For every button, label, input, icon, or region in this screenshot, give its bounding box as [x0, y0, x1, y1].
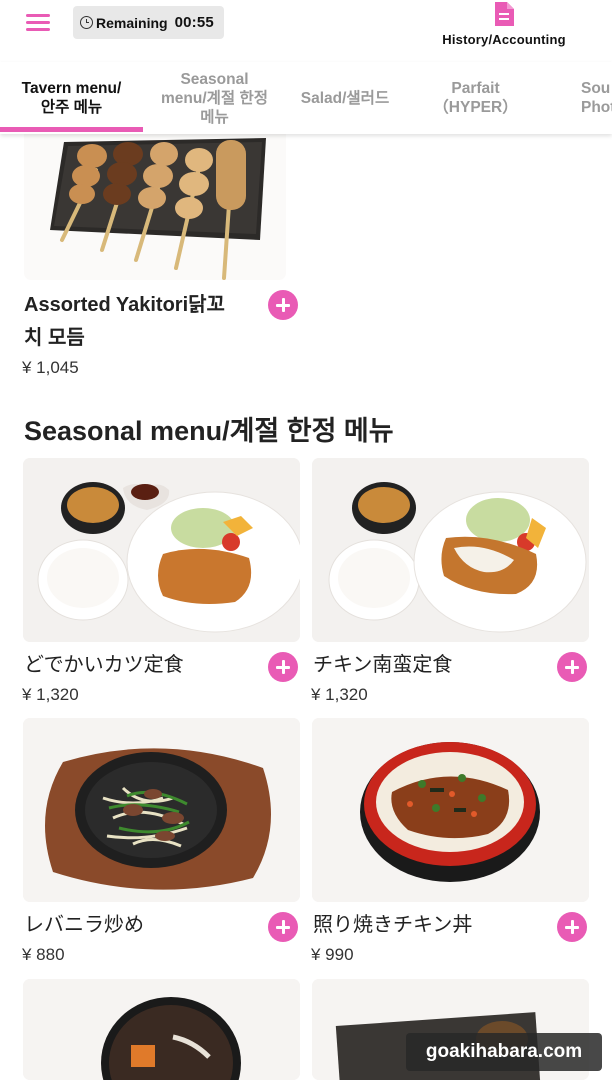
- teriyaki-don-price: ¥ 990: [311, 945, 354, 964]
- tab-seasonal-menu-line1: Seasonal: [180, 70, 249, 88]
- liver-nira-name: レバニラ炒め: [24, 914, 144, 936]
- tab-salad[interactable]: Salad/샐러드: [286, 62, 404, 134]
- document-icon: [495, 2, 514, 26]
- tab-tavern-menu[interactable]: Tavern menu/ 안주 메뉴: [0, 62, 143, 134]
- category-tabs: Tavern menu/ 안주 메뉴 Seasonal menu/계절 한정 메…: [0, 62, 612, 134]
- teriyaki-don-image[interactable]: [312, 718, 589, 902]
- next-item-image-left[interactable]: [23, 979, 300, 1080]
- section-title-seasonal: Seasonal menu/계절 한정 메뉴: [24, 416, 394, 446]
- tab-soup-line2: Phot: [581, 99, 612, 116]
- tab-soup-line1: Sou: [581, 80, 611, 97]
- tab-seasonal-menu-line2: menu/계절 한정: [161, 89, 268, 107]
- yakitori-price: ¥ 1,045: [22, 358, 79, 377]
- katsu-set-photo: [23, 458, 300, 642]
- history-accounting-button[interactable]: History/Accounting: [424, 0, 584, 52]
- chicken-nanban-image[interactable]: [312, 458, 589, 642]
- tab-seasonal-menu-line3: 메뉴: [200, 108, 229, 126]
- tab-parfait-line1: Parfait: [451, 80, 500, 97]
- history-accounting-label: History/Accounting: [442, 32, 566, 47]
- add-chicken-nanban-button[interactable]: [557, 652, 587, 682]
- chicken-nanban-price: ¥ 1,320: [311, 685, 368, 704]
- timer-label: Remaining: [96, 14, 168, 31]
- active-tab-indicator: [0, 127, 143, 132]
- menu-content: Assorted Yakitori닭꼬 치 모듬 ¥ 1,045 Seasona…: [0, 0, 612, 1080]
- add-yakitori-button[interactable]: [268, 290, 298, 320]
- tab-soup[interactable]: Sou Phot: [547, 62, 612, 134]
- katsu-set-image[interactable]: [23, 458, 300, 642]
- next-item-photo-left: [23, 979, 300, 1080]
- tab-tavern-menu-line2: 안주 메뉴: [40, 99, 103, 116]
- chicken-nanban-photo: [312, 458, 589, 642]
- remaining-timer: Remaining 00:55: [73, 6, 224, 39]
- liver-nira-price: ¥ 880: [22, 945, 65, 964]
- top-bar: Remaining 00:55 History/Accounting: [0, 0, 612, 60]
- katsu-set-name: どでかいカツ定食: [24, 654, 184, 676]
- teriyaki-don-photo: [312, 718, 589, 902]
- watermark: goakihabara.com: [406, 1033, 602, 1071]
- katsu-set-price: ¥ 1,320: [22, 685, 79, 704]
- timer-value: 00:55: [174, 14, 214, 31]
- yakitori-name: Assorted Yakitori닭꼬 치 모듬: [24, 289, 264, 355]
- tab-parfait[interactable]: Parfait （HYPER）: [404, 62, 547, 134]
- tab-seasonal-menu[interactable]: Seasonal menu/계절 한정 메뉴: [143, 62, 286, 134]
- tab-salad-label: Salad/샐러드: [300, 89, 390, 107]
- liver-nira-image[interactable]: [23, 718, 300, 902]
- add-teriyaki-don-button[interactable]: [557, 912, 587, 942]
- liver-nira-photo: [23, 718, 300, 902]
- tab-parfait-line2: （HYPER）: [433, 99, 518, 116]
- add-katsu-set-button[interactable]: [268, 652, 298, 682]
- hamburger-menu-icon[interactable]: [26, 14, 50, 32]
- chicken-nanban-name: チキン南蛮定食: [313, 654, 453, 676]
- tab-tavern-menu-line1: Tavern menu/: [21, 80, 122, 97]
- clock-icon: [80, 16, 93, 29]
- yakitori-name-line2: 치 모듬: [24, 327, 85, 349]
- teriyaki-don-name: 照り焼きチキン丼: [313, 914, 473, 936]
- add-liver-nira-button[interactable]: [268, 912, 298, 942]
- yakitori-name-line1: Assorted Yakitori닭꼬: [24, 294, 225, 316]
